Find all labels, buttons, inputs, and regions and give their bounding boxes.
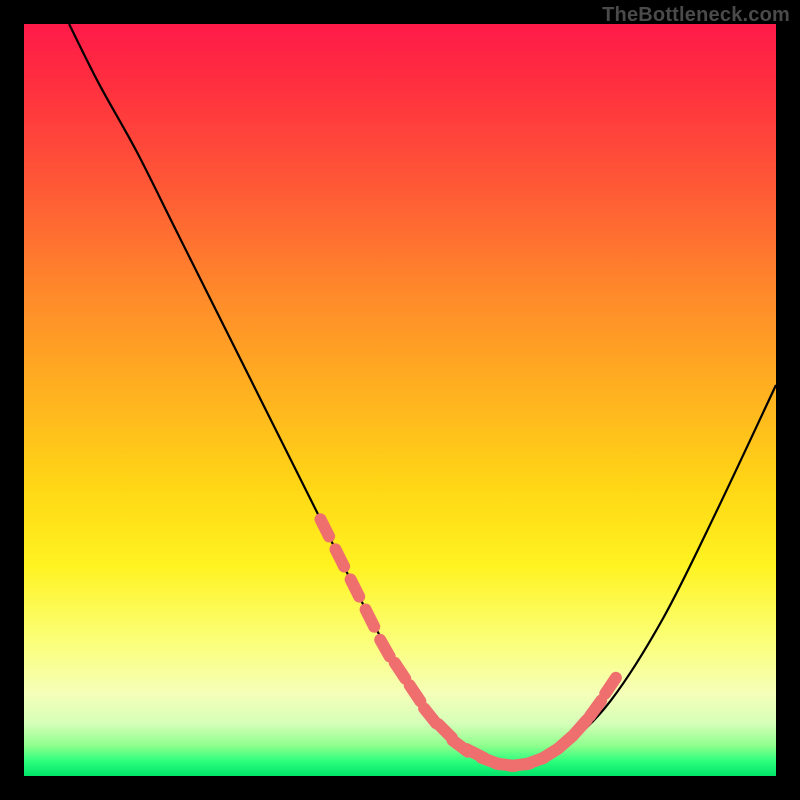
chart-plot-area <box>24 24 776 776</box>
chart-frame: TheBottleneck.com <box>0 0 800 800</box>
watermark-label: TheBottleneck.com <box>602 4 790 27</box>
